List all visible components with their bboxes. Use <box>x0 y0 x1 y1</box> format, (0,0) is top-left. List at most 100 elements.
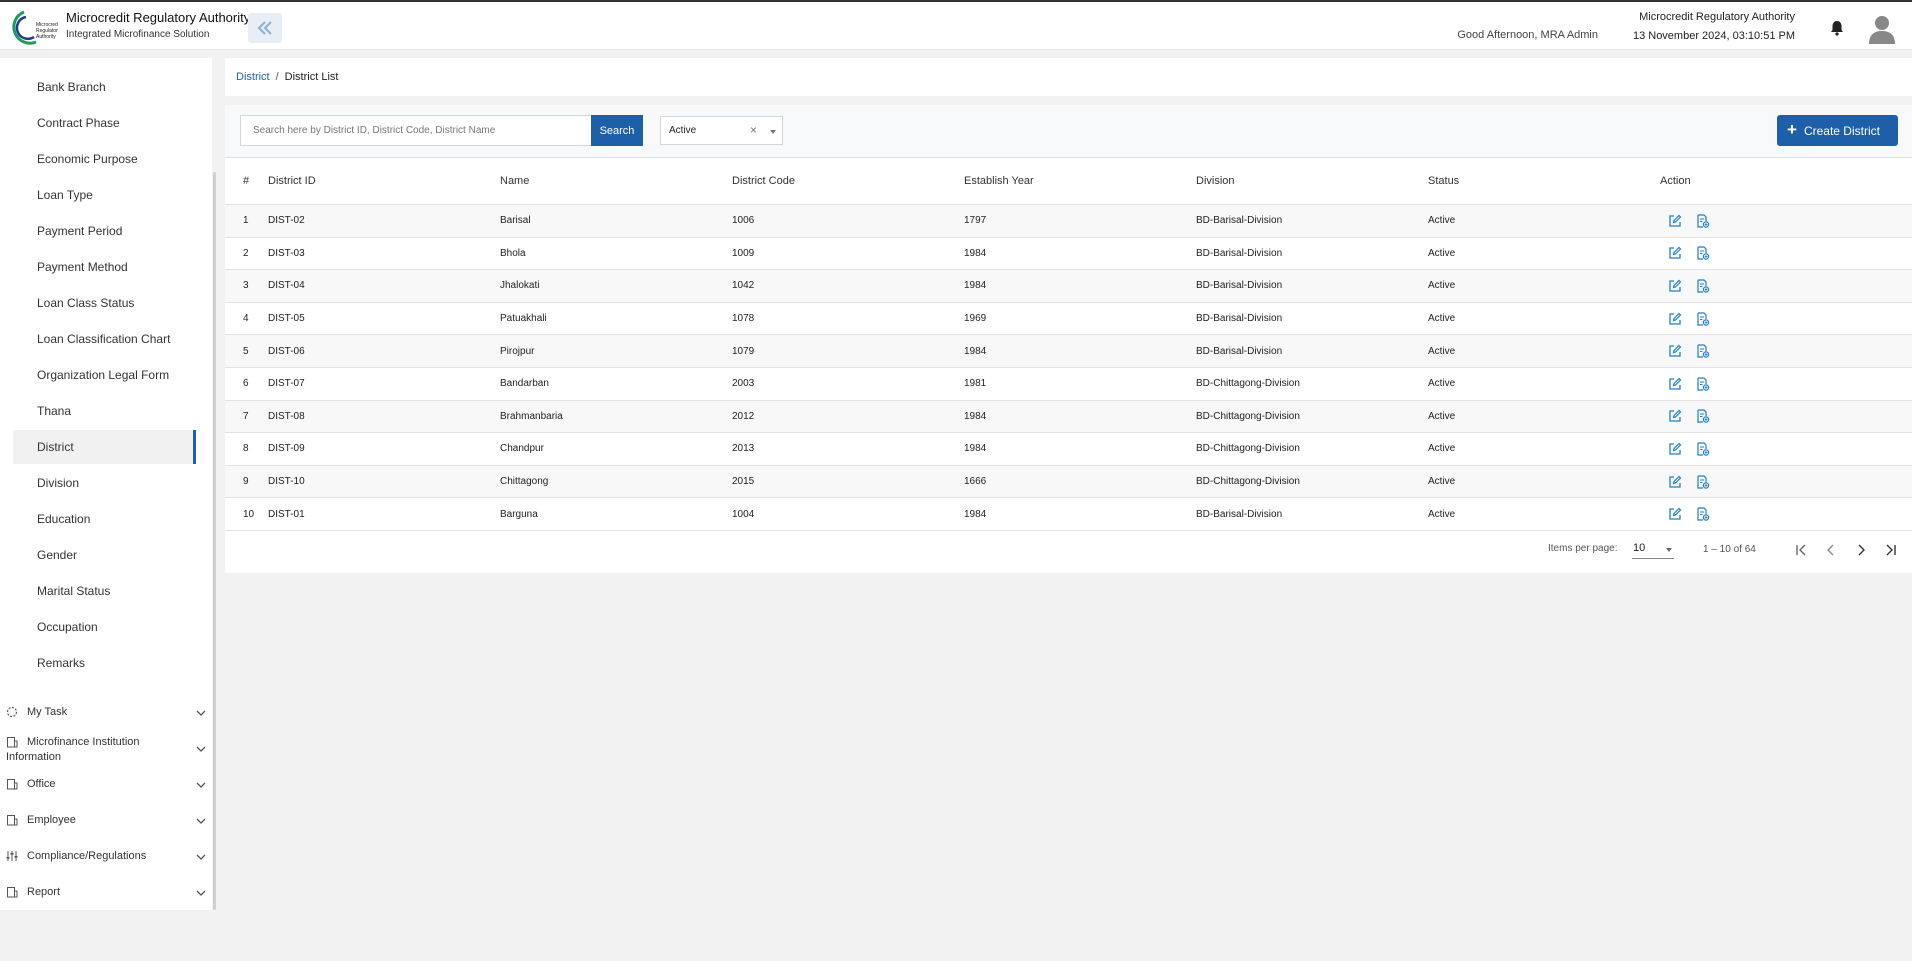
breadcrumb-current: District List <box>284 71 339 83</box>
cell-establish-year: 1984 <box>964 280 987 292</box>
view-details-icon[interactable] <box>1696 409 1710 424</box>
app-title: Microcredit Regulatory Authority <box>66 10 251 25</box>
sidebar-group-office[interactable]: Office <box>6 777 206 792</box>
cell-establish-year: 1797 <box>964 215 987 227</box>
create-district-label: Create District <box>1803 123 1880 138</box>
collapse-sidebar-button[interactable] <box>248 13 282 43</box>
first-page-button[interactable] <box>1791 540 1811 560</box>
logo: Microcredit Regulatory Authority <box>6 8 61 48</box>
edit-icon[interactable] <box>1668 246 1682 260</box>
sidebar-item-marital-status[interactable]: Marital Status <box>13 574 196 608</box>
sidebar-item-bank-branch[interactable]: Bank Branch <box>13 70 196 104</box>
sidebar-item-gender[interactable]: Gender <box>13 538 196 572</box>
table-row[interactable]: 6 DIST-07 Bandarban 2003 1981 BD-Chittagong-D… <box>225 367 1912 401</box>
search-button[interactable]: Search <box>591 115 643 146</box>
cell-district-id: DIST-09 <box>268 443 305 455</box>
view-details-icon[interactable] <box>1696 214 1710 228</box>
edit-icon[interactable] <box>1668 409 1682 423</box>
table-row[interactable]: 5 DIST-06 Pirojpur 1079 1984 BD-Barisal-Divis… <box>225 334 1912 368</box>
edit-icon[interactable] <box>1668 475 1682 489</box>
sidebar-item-education[interactable]: Education <box>13 502 196 536</box>
cell-division: BD-Barisal-Division <box>1196 247 1283 259</box>
clear-icon[interactable]: × <box>750 123 757 137</box>
edit-icon[interactable] <box>1668 214 1682 228</box>
cell-district-id: DIST-04 <box>268 280 305 292</box>
items-per-page-select[interactable]: 10 <box>1632 541 1674 559</box>
sidebar-item-payment-period[interactable]: Payment Period <box>13 214 196 248</box>
cell-actions <box>1660 400 1912 433</box>
cell-district-id: DIST-05 <box>268 313 305 325</box>
bell-icon[interactable] <box>1828 19 1846 37</box>
edit-icon[interactable] <box>1668 344 1682 358</box>
cell-actions <box>1660 270 1912 303</box>
status-filter-select[interactable]: Active × <box>660 116 783 145</box>
breadcrumb-separator: / <box>275 71 279 83</box>
table-row[interactable]: 10 DIST-01 Barguna 1004 1984 BD-Barisal-Divis… <box>225 497 1912 531</box>
sidebar-item-remarks[interactable]: Remarks <box>13 646 196 680</box>
view-details-icon[interactable] <box>1696 474 1710 489</box>
edit-icon[interactable] <box>1668 507 1682 521</box>
view-details-icon[interactable] <box>1696 344 1710 358</box>
sidebar-item-thana[interactable]: Thana <box>13 394 196 428</box>
breadcrumb-district-link[interactable]: District <box>236 71 270 83</box>
sidebar-group-report[interactable]: Report <box>6 885 206 900</box>
chevron-down-icon <box>196 890 206 896</box>
search-input[interactable] <box>240 115 592 146</box>
last-page-button[interactable] <box>1881 540 1901 560</box>
cell-establish-year: 1984 <box>964 247 987 259</box>
cell-district-id: DIST-08 <box>268 410 305 422</box>
table-row[interactable]: 1 DIST-02 Barisal 1006 1797 BD-Barisal-Divisi… <box>225 204 1912 238</box>
table-row[interactable]: 9 DIST-10 Chittagong 2015 1666 BD-Chittagong-… <box>225 465 1912 498</box>
edit-icon[interactable] <box>1668 312 1682 326</box>
cell-number: 3 <box>243 280 249 292</box>
chevron-down-icon <box>196 818 206 824</box>
double-chevron-left-icon <box>257 21 272 35</box>
cell-district-code: 2003 <box>732 378 755 390</box>
sidebar-item-loan-type[interactable]: Loan Type <box>13 178 196 212</box>
cell-district-id: DIST-03 <box>268 247 305 259</box>
sidebar-item-contract-phase[interactable]: Contract Phase <box>13 106 196 140</box>
sidebar-group-mfi-information[interactable]: Microfinance Institution Information <box>6 735 206 765</box>
user-avatar-icon[interactable] <box>1868 14 1896 44</box>
sidebar-item-loan-classification-chart[interactable]: Loan Classification Chart <box>13 322 196 356</box>
table-row[interactable]: 2 DIST-03 Bhola 1009 1984 BD-Barisal-Division… <box>225 237 1912 270</box>
view-details-icon[interactable] <box>1696 311 1710 326</box>
edit-icon[interactable] <box>1668 377 1682 391</box>
sidebar-item-economic-purpose[interactable]: Economic Purpose <box>13 142 196 176</box>
cell-number: 4 <box>243 313 249 325</box>
edit-icon[interactable] <box>1668 279 1682 293</box>
view-details-icon[interactable] <box>1696 507 1710 521</box>
view-details-icon[interactable] <box>1696 377 1710 391</box>
table-row[interactable]: 3 DIST-04 Jhalokati 1042 1984 BD-Barisal-Divi… <box>225 269 1912 303</box>
sidebar-item-district[interactable]: District <box>13 430 196 464</box>
district-list-panel: Search Active × + Create District # Dist… <box>225 105 1912 573</box>
dropdown-caret-icon <box>770 130 776 134</box>
sidebar-scrollbar[interactable] <box>213 172 216 910</box>
cell-district-id: DIST-10 <box>268 476 305 488</box>
table-row[interactable]: 4 DIST-05 Patuakhali 1078 1969 BD-Barisal-Div… <box>225 302 1912 335</box>
last-page-icon <box>1886 544 1896 556</box>
cell-number: 9 <box>243 476 249 488</box>
chevron-down-icon <box>196 854 206 860</box>
sidebar-group-employee[interactable]: Employee <box>6 813 206 828</box>
create-district-button[interactable]: + Create District <box>1777 115 1898 146</box>
next-page-button[interactable] <box>1851 540 1871 560</box>
table-row[interactable]: 8 DIST-09 Chandpur 2013 1984 BD-Chittagong-Di… <box>225 432 1912 466</box>
sidebar-item-occupation[interactable]: Occupation <box>13 610 196 644</box>
plus-icon: + <box>1787 119 1797 139</box>
sidebar-group-my-task[interactable]: My Task <box>6 705 206 720</box>
sidebar-item-organization-legal-form[interactable]: Organization Legal Form <box>13 358 196 392</box>
previous-page-button[interactable] <box>1821 540 1841 560</box>
sidebar-item-division[interactable]: Division <box>13 466 196 500</box>
sidebar-group-compliance[interactable]: Compliance/Regulations <box>6 849 206 864</box>
items-per-page-label: Items per page: <box>1548 543 1618 554</box>
sidebar-item-payment-method[interactable]: Payment Method <box>13 250 196 284</box>
edit-icon[interactable] <box>1668 442 1682 456</box>
table-row[interactable]: 7 DIST-08 Brahmanbaria 2012 1984 BD-Chittagon… <box>225 400 1912 433</box>
sidebar-item-loan-class-status[interactable]: Loan Class Status <box>13 286 196 320</box>
view-details-icon[interactable] <box>1696 442 1710 456</box>
view-details-icon[interactable] <box>1696 279 1710 293</box>
building-icon <box>7 737 18 748</box>
view-details-icon[interactable] <box>1696 246 1710 261</box>
cell-status: Active <box>1428 280 1456 292</box>
